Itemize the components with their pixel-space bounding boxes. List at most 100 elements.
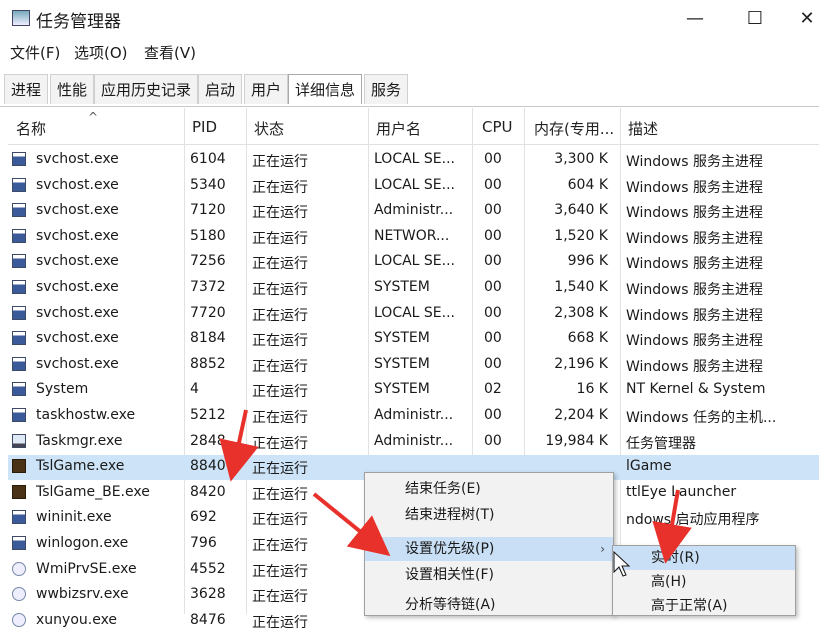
menu-end-task[interactable]: 结束任务(E) (365, 477, 613, 501)
cell-cpu: 00 (484, 432, 502, 449)
cell-cpu: 00 (484, 407, 502, 423)
cell-pid: 5180 (190, 227, 226, 244)
cell-desc: Windows 服务主进程 (626, 256, 763, 273)
cell-status: 正在运行 (252, 256, 308, 273)
cell-mem: 1,520 K (554, 227, 608, 244)
column-header-name[interactable]: 名称 (16, 118, 46, 139)
minimize-button[interactable]: — (672, 6, 718, 32)
cell-desc: ndows 启动应用程序 (626, 512, 760, 529)
column-header-status[interactable]: 状态 (254, 118, 284, 139)
table-row[interactable]: taskhostw.exe 5212 正在运行 Administr... 00 2,204… (8, 404, 819, 429)
table-row[interactable]: svchost.exe 7256 正在运行 LOCAL SE... 00 996 K Win… (8, 250, 819, 275)
process-icon (12, 510, 26, 525)
table-row[interactable]: svchost.exe 7372 正在运行 SYSTEM 00 1,540 K Window… (8, 276, 819, 301)
cell-mem: 668 K (567, 330, 608, 347)
process-icon (12, 459, 26, 474)
menu-end-process-tree[interactable]: 结束进程树(T) (365, 503, 613, 527)
cell-name: winlogon.exe (36, 535, 129, 551)
cell-pid: 3628 (190, 586, 226, 603)
menu-file[interactable]: 文件(F) (10, 42, 60, 63)
table-row[interactable]: svchost.exe 5180 正在运行 NETWOR... 00 1,520 K Win… (8, 225, 819, 250)
menu-view[interactable]: 查看(V) (144, 42, 196, 63)
cell-status: 正在运行 (252, 435, 308, 452)
cell-desc: NT Kernel & System (626, 381, 766, 398)
cell-status: 正在运行 (252, 307, 308, 324)
priority-above-normal[interactable]: 高于正常(A) (613, 594, 795, 618)
cell-name: svchost.exe (36, 227, 119, 244)
window-title: 任务管理器 (36, 12, 121, 32)
cell-pid: 7256 (190, 253, 226, 270)
priority-realtime[interactable]: 实时(R) (613, 546, 795, 570)
cell-desc: Windows 服务主进程 (626, 205, 763, 222)
cell-user: SYSTEM (374, 279, 430, 295)
process-icon (12, 228, 26, 243)
menu-analyze-wait-chain[interactable]: 分析等待链(A) (365, 593, 613, 617)
cell-desc: Windows 服务主进程 (626, 179, 763, 196)
cell-user: NETWOR... (374, 227, 450, 244)
process-icon (12, 331, 26, 346)
process-icon (12, 587, 26, 602)
cell-desc: lGame (626, 458, 672, 475)
table-row[interactable]: svchost.exe 5340 正在运行 LOCAL SE... 00 604 K Win… (8, 174, 819, 199)
process-icon (12, 356, 26, 371)
table-row[interactable]: svchost.exe 7720 正在运行 LOCAL SE... 00 2,308 K W… (8, 302, 819, 327)
cell-user: Administr... (374, 407, 454, 423)
column-header-description[interactable]: 描述 (628, 118, 658, 139)
tab-services[interactable]: 服务 (364, 74, 409, 104)
process-icon (12, 484, 26, 499)
tab-details[interactable]: 详细信息 (288, 74, 363, 104)
cell-status: 正在运行 (252, 512, 308, 529)
table-row[interactable]: svchost.exe 7120 正在运行 Administr... 00 3,640 K… (8, 199, 819, 224)
column-header-pid[interactable]: PID (192, 118, 217, 136)
cell-pid: 4 (190, 381, 199, 398)
table-row[interactable]: svchost.exe 8184 正在运行 SYSTEM 00 668 K Windows … (8, 327, 819, 352)
menu-set-priority-label: 设置优先级(P) (405, 541, 495, 557)
cell-desc: Windows 服务主进程 (626, 282, 763, 298)
cell-name: svchost.exe (36, 176, 119, 193)
menu-set-priority[interactable]: 设置优先级(P) › (365, 537, 613, 561)
cell-mem: 16 K (576, 381, 608, 398)
process-icon (12, 433, 26, 448)
cell-pid: 8852 (190, 355, 226, 372)
cell-status: 正在运行 (252, 205, 308, 222)
table-row[interactable]: svchost.exe 6104 正在运行 LOCAL SE... 00 3,300 K W… (8, 148, 819, 173)
table-row[interactable]: Taskmgr.exe 2848 正在运行 Administr... 00 19,984 … (8, 430, 819, 455)
cell-mem: 2,204 K (554, 407, 608, 423)
cell-mem: 1,540 K (554, 279, 608, 295)
cell-status: 正在运行 (252, 563, 308, 580)
cell-status: 正在运行 (252, 282, 308, 298)
column-header-memory[interactable]: 内存(专用... (534, 118, 614, 139)
tab-app-history[interactable]: 应用历史记录 (94, 74, 199, 104)
tab-processes[interactable]: 进程 (4, 74, 49, 104)
cell-pid: 796 (190, 535, 217, 551)
cell-user: LOCAL SE... (374, 253, 456, 270)
cell-user: SYSTEM (374, 381, 430, 398)
column-header-user[interactable]: 用户名 (376, 118, 421, 139)
table-row[interactable]: svchost.exe 8852 正在运行 SYSTEM 00 2,196 K Window… (8, 353, 819, 378)
process-icon (12, 254, 26, 269)
cell-pid: 692 (190, 509, 217, 526)
cell-cpu: 00 (484, 355, 502, 372)
cell-desc: Windows 服务主进程 (626, 307, 763, 324)
cell-name: svchost.exe (36, 304, 119, 321)
priority-high[interactable]: 高(H) (613, 570, 795, 594)
cell-pid: 2848 (190, 432, 226, 449)
table-row[interactable]: System 4 正在运行 SYSTEM 02 16 K NT Kernel & Syste… (8, 378, 819, 403)
cell-status: 正在运行 (252, 358, 308, 375)
column-header-cpu[interactable]: CPU (482, 118, 513, 136)
title-bar: 任务管理器 — ☐ ✕ (0, 0, 819, 36)
tab-startup[interactable]: 启动 (198, 74, 243, 104)
cell-mem: 3,640 K (554, 202, 608, 219)
submenu-arrow-icon: › (600, 542, 605, 556)
cell-name: svchost.exe (36, 253, 119, 270)
cell-name: xunyou.exe (36, 611, 118, 628)
tab-performance[interactable]: 性能 (50, 74, 95, 104)
menu-set-affinity[interactable]: 设置相关性(F) (365, 563, 613, 587)
cell-status: 正在运行 (252, 154, 308, 170)
tab-users[interactable]: 用户 (244, 74, 289, 104)
maximize-button[interactable]: ☐ (732, 6, 778, 32)
cell-pid: 5340 (190, 176, 226, 193)
cell-user: SYSTEM (374, 330, 430, 347)
close-button[interactable]: ✕ (784, 6, 819, 32)
menu-options[interactable]: 选项(O) (74, 42, 128, 63)
